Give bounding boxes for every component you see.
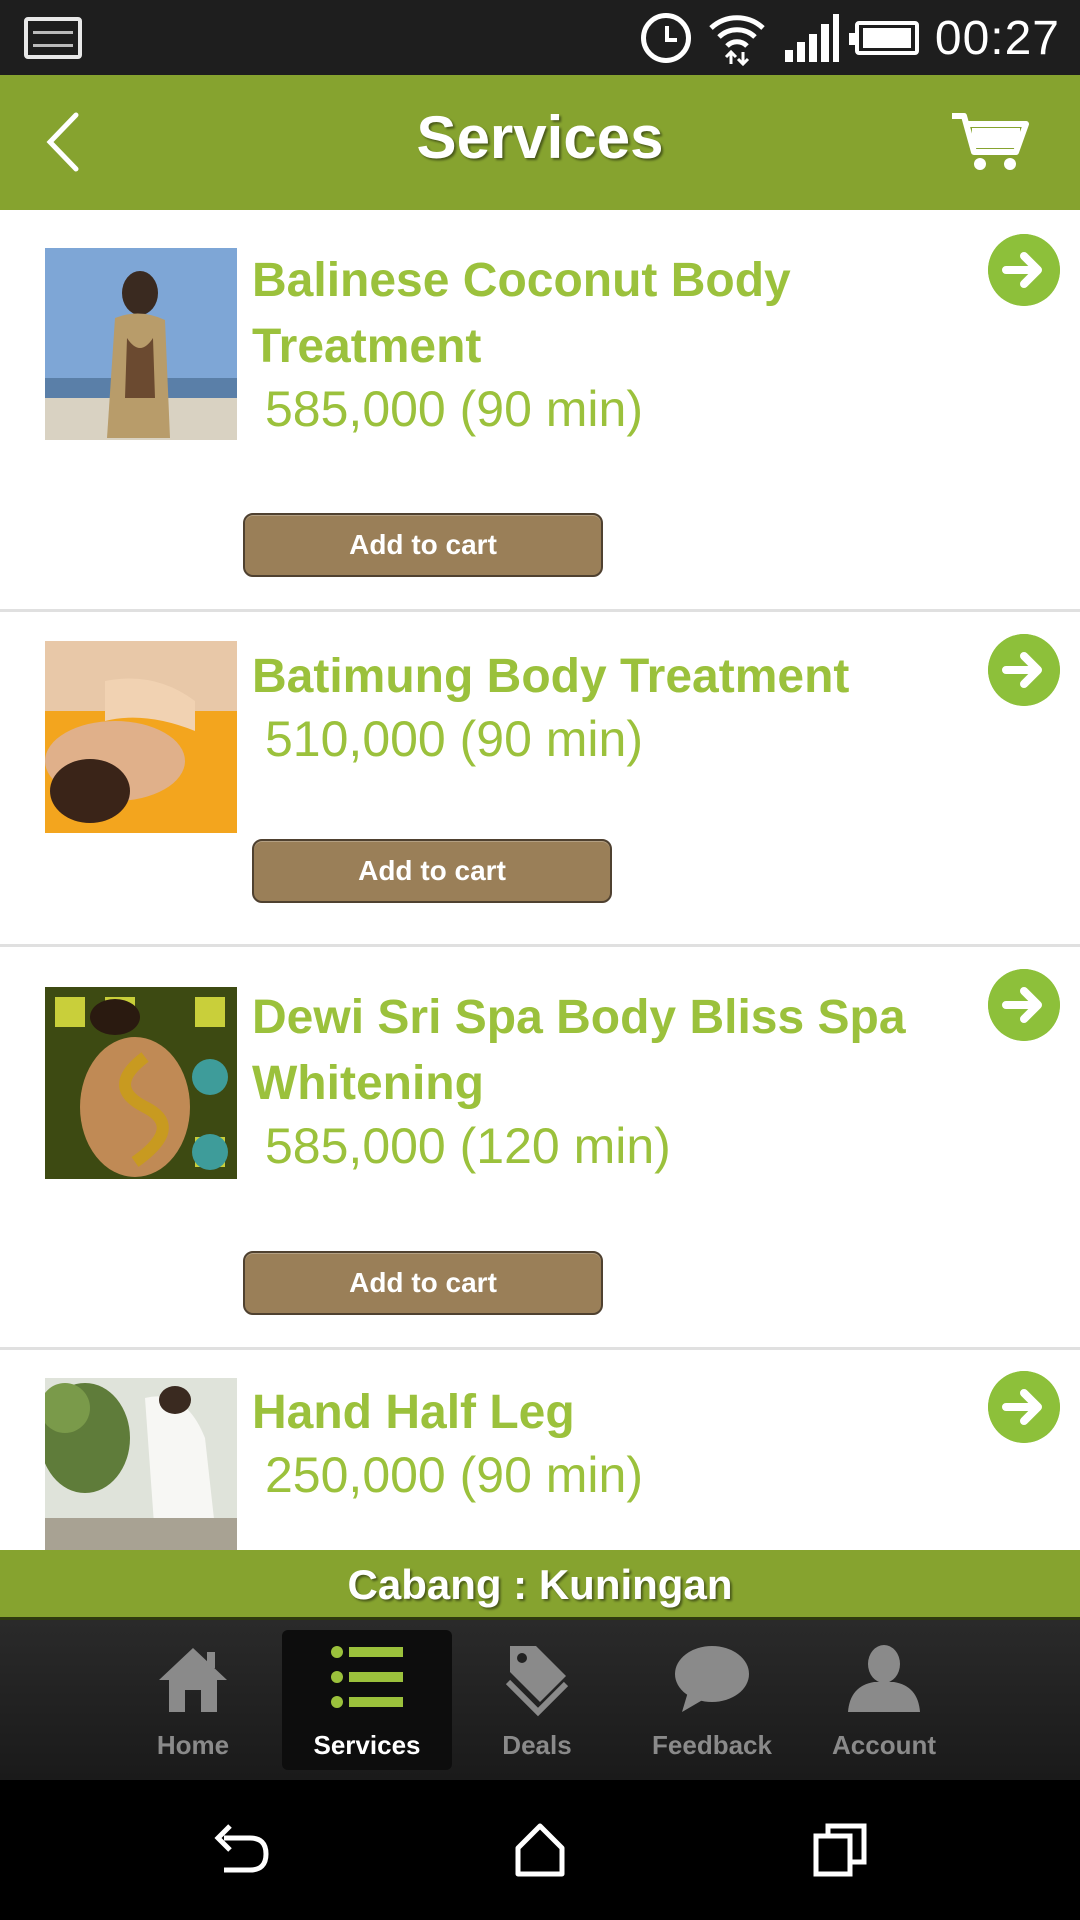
person-icon <box>848 1645 920 1712</box>
home-icon <box>159 1648 227 1712</box>
arrow-right-icon[interactable] <box>988 634 1060 706</box>
service-price: 510,000 (90 min) <box>265 711 644 767</box>
list-item[interactable]: Hand Half Leg 250,000 (90 min) <box>0 1350 1080 1550</box>
add-to-cart-button[interactable]: Add to cart <box>243 1251 603 1315</box>
service-name[interactable]: Batimung Body Treatment <box>252 644 952 710</box>
back-nav-icon[interactable] <box>210 1820 270 1880</box>
signal-icon <box>784 14 839 62</box>
list-icon <box>331 1646 403 1708</box>
list-item[interactable]: Dewi Sri Spa Body Bliss Spa Whitening 58… <box>0 947 1080 1350</box>
services-list[interactable]: Balinese Coconut Body Treatment 585,000 … <box>0 210 1080 1550</box>
cart-icon[interactable] <box>950 110 1030 174</box>
list-item[interactable]: Batimung Body Treatment 510,000 (90 min)… <box>0 612 1080 947</box>
arrow-right-icon[interactable] <box>988 1371 1060 1443</box>
tab-label: Deals <box>502 1730 572 1760</box>
service-photo <box>45 248 237 440</box>
system-nav-bar <box>0 1780 1080 1920</box>
service-name[interactable]: Balinese Coconut Body Treatment <box>252 248 952 380</box>
home-nav-icon[interactable] <box>510 1820 570 1880</box>
service-price: 585,000 (90 min) <box>265 381 644 437</box>
tab-label: Feedback <box>652 1730 772 1760</box>
service-name[interactable]: Hand Half Leg <box>252 1380 952 1446</box>
tab-deals[interactable]: Deals <box>452 1630 622 1770</box>
service-photo <box>45 987 237 1179</box>
status-bar: 00:27 <box>0 0 1080 75</box>
service-photo <box>45 641 237 833</box>
wifi-icon <box>709 15 765 66</box>
service-name[interactable]: Dewi Sri Spa Body Bliss Spa Whitening <box>252 985 952 1117</box>
arrow-right-icon[interactable] <box>988 969 1060 1041</box>
service-price: 250,000 (90 min) <box>265 1447 644 1503</box>
clock: 00:27 <box>934 11 1060 65</box>
chat-bubble-icon <box>675 1646 749 1712</box>
tab-label: Services <box>313 1730 421 1760</box>
branch-banner: Cabang : Kuningan <box>0 1550 1080 1620</box>
tags-icon <box>505 1646 569 1717</box>
page-title: Services <box>416 104 664 171</box>
service-photo <box>45 1378 237 1550</box>
tab-label: Home <box>156 1730 230 1760</box>
add-to-cart-button[interactable]: Add to cart <box>252 839 612 903</box>
alarm-icon <box>640 13 691 63</box>
tab-feedback[interactable]: Feedback <box>627 1630 797 1770</box>
add-to-cart-button[interactable]: Add to cart <box>243 513 603 577</box>
recents-nav-icon[interactable] <box>810 1820 870 1880</box>
battery-icon <box>848 21 919 55</box>
screenshot-notification-icon <box>24 17 82 59</box>
bottom-tab-bar: Home Services Deals Feedback Account <box>0 1620 1080 1780</box>
list-item[interactable]: Balinese Coconut Body Treatment 585,000 … <box>0 210 1080 612</box>
arrow-right-icon[interactable] <box>988 234 1060 306</box>
tab-account[interactable]: Account <box>799 1630 969 1770</box>
app-header: Services <box>0 75 1080 210</box>
tab-services[interactable]: Services <box>282 1630 452 1770</box>
service-price: 585,000 (120 min) <box>265 1118 671 1174</box>
tab-home[interactable]: Home <box>108 1630 278 1770</box>
tab-label: Account <box>832 1730 936 1760</box>
